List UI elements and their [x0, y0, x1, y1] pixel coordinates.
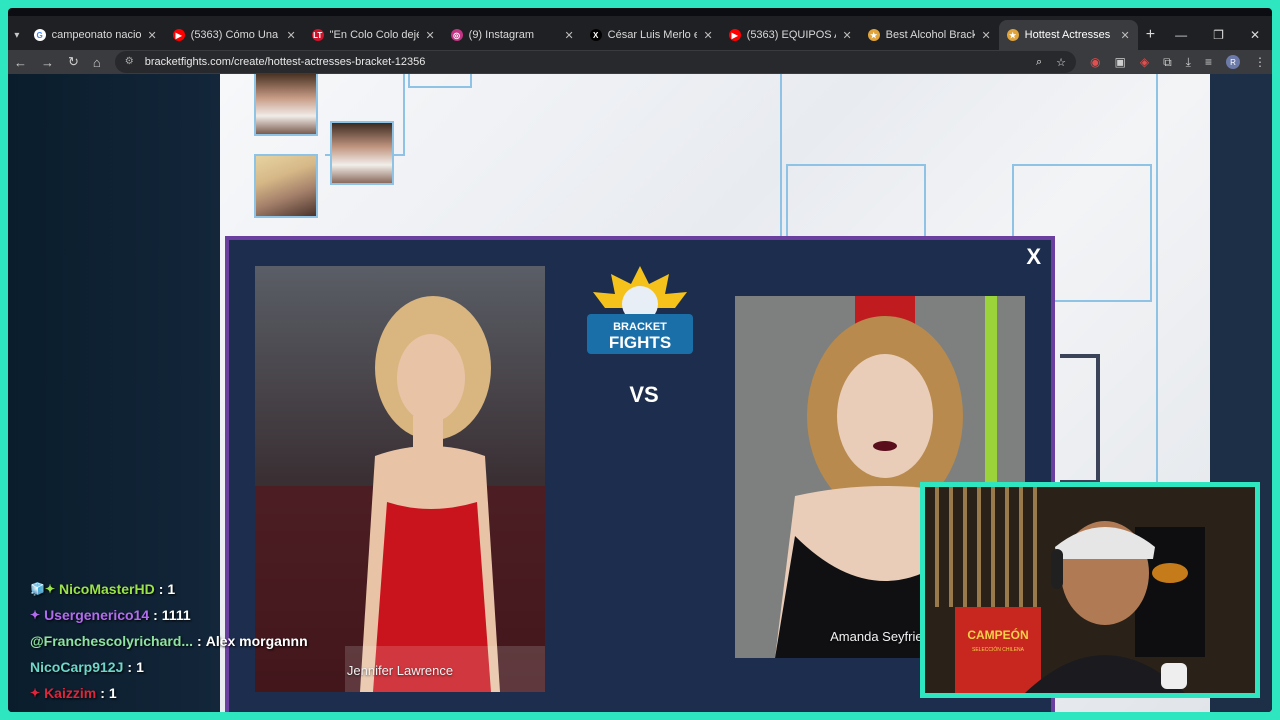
chat-badge-icon: ✦ — [30, 608, 41, 622]
reload-icon[interactable]: ↻ — [68, 54, 79, 70]
tab-favicon-icon: ★ — [867, 29, 880, 41]
vs-label: VS — [629, 382, 659, 407]
profile-avatar[interactable]: R — [1226, 55, 1240, 69]
browser-toolbar: ← → ↻ ⌂ ⚙ bracketfights.com/create/hotte… — [8, 50, 1272, 74]
browser-tab[interactable]: ▶ (5363) EQUIPOS A LOS Q ✕ — [721, 20, 860, 50]
browser-tab[interactable]: ★ Hottest Actresses Bracket ✕ — [998, 20, 1138, 50]
chat-message: ✦ Usergenerico14 : 1111 — [30, 602, 350, 628]
chat-text: 1 — [136, 659, 144, 675]
stream-frame: ▾ Gcampeonato nacional 202 ✕ ▶ (5363) Cómo … — [8, 8, 1272, 712]
chat-text: Alex morgannn — [205, 633, 308, 649]
media-icon[interactable]: ≡ — [1205, 55, 1212, 69]
browser-tab[interactable]: Gcampeonato nacional 202 ✕ — [26, 20, 165, 50]
zoom-icon[interactable]: ⌕ — [1036, 56, 1042, 69]
bracket-line — [1060, 354, 1100, 484]
tab-close-icon[interactable]: ✕ — [981, 29, 990, 42]
tab-title: César Luis Merlo en X: " — [607, 29, 698, 41]
bracket-line — [1156, 74, 1158, 484]
webcam-feed: CAMPEÓN SELECCIÓN CHILENA — [925, 487, 1255, 693]
minimize-icon[interactable]: — — [1175, 28, 1187, 42]
bracket-slot — [408, 74, 472, 88]
extensions-area: ◉ ▣ ◈ ⧉ ⤓ ≡ R ⋮ — [1090, 55, 1266, 70]
chat-message: ✦ Kaizzim : 1 — [30, 680, 350, 706]
download-icon[interactable]: ⤓ — [1186, 55, 1191, 70]
tab-favicon-icon: ▶ — [728, 29, 741, 41]
tab-close-icon[interactable]: ✕ — [564, 29, 573, 42]
chat-separator: : — [197, 633, 202, 649]
chat-username: NicoMasterHD — [59, 581, 155, 597]
tab-title: campeonato nacional 202 — [51, 29, 142, 41]
chat-username: Usergenerico14 — [44, 607, 150, 623]
browser-tab[interactable]: ★ Best Alcohol Bracket - Bra ✕ — [860, 20, 999, 50]
tab-favicon-icon: LT — [311, 29, 324, 41]
sign-subtitle: SELECCIÓN CHILENA — [972, 646, 1025, 653]
browser-tab[interactable]: X César Luis Merlo en X: " ✕ — [582, 20, 721, 50]
chat-separator: : — [153, 607, 158, 623]
bracket-entry-thumbnail[interactable] — [330, 121, 394, 185]
tab-title: Best Alcohol Bracket - Bra — [885, 29, 976, 41]
chat-separator: : — [100, 685, 105, 701]
menu-icon[interactable]: ⋮ — [1254, 55, 1266, 69]
browser-tab[interactable]: ▶ (5363) Cómo Una LEY DE ✕ — [165, 20, 304, 50]
logo-text-bottom: FIGHTS — [609, 333, 671, 352]
sign-title: CAMPEÓN — [967, 627, 1028, 642]
tab-title: Hottest Actresses Bracket — [1024, 29, 1115, 41]
tab-title: (9) Instagram — [468, 29, 535, 41]
chat-message: NicoCarp912J : 1 — [30, 654, 350, 680]
chat-message: @Franchescolyrichard... : Alex morgannn — [30, 628, 350, 654]
tab-close-icon[interactable]: ✕ — [425, 29, 434, 42]
tab-close-icon[interactable]: ✕ — [842, 29, 851, 42]
tab-favicon-icon: ★ — [1006, 29, 1019, 41]
tab-title: (5363) Cómo Una LEY DE — [190, 29, 281, 41]
new-tab-button[interactable]: + — [1138, 20, 1164, 50]
chat-message: 🧊✦ NicoMasterHD : 1 — [30, 576, 350, 602]
chat-text: 1111 — [161, 607, 191, 623]
window-controls: — ❐ ✕ — [1163, 20, 1272, 50]
home-icon[interactable]: ⌂ — [93, 55, 101, 70]
bracket-entry-thumbnail[interactable] — [254, 154, 318, 218]
chat-separator: : — [158, 581, 164, 597]
bracket-fights-logo: BRACKET FIGHTS — [587, 266, 693, 354]
tab-favicon-icon: G — [33, 29, 46, 41]
tab-search-icon[interactable]: ▾ — [8, 20, 26, 50]
browser-tab-bar: ▾ Gcampeonato nacional 202 ✕ ▶ (5363) Cómo … — [8, 16, 1272, 50]
chat-username: NicoCarp912J — [30, 659, 124, 675]
browser-tab[interactable]: LT "En Colo Colo dejé la vara ✕ — [304, 20, 443, 50]
bracket-entry-thumbnail[interactable] — [254, 74, 318, 136]
tab-title: (5363) EQUIPOS A LOS Q — [746, 29, 837, 41]
restore-icon[interactable]: ❐ — [1213, 28, 1224, 42]
url-text: bracketfights.com/create/hottest-actress… — [144, 56, 426, 68]
extension-icon[interactable]: ◉ — [1090, 55, 1100, 69]
tab-favicon-icon: ▶ — [172, 29, 185, 41]
tab-title: "En Colo Colo dejé la vara — [329, 29, 420, 41]
chat-text: 1 — [167, 581, 176, 597]
logo-text-top: BRACKET — [613, 321, 667, 333]
stream-chat-overlay: 🧊✦ NicoMasterHD : 1 ✦ Usergenerico14 : 1111… — [30, 576, 350, 706]
tab-favicon-icon: X — [589, 29, 602, 41]
chat-badge-icon: 🧊✦ — [30, 582, 55, 596]
site-info-icon[interactable]: ⚙ — [125, 56, 137, 68]
chat-text: 1 — [108, 685, 117, 701]
browser-tab[interactable]: ◎ (9) Instagram ✕ — [443, 20, 582, 50]
close-window-icon[interactable]: ✕ — [1250, 28, 1260, 42]
address-bar[interactable]: ⚙ bracketfights.com/create/hottest-actre… — [114, 51, 1077, 73]
tab-close-icon[interactable]: ✕ — [147, 29, 156, 42]
chat-separator: : — [127, 659, 133, 675]
extensions-puzzle-icon[interactable]: ⧉ — [1163, 55, 1172, 70]
webcam-overlay: CAMPEÓN SELECCIÓN CHILENA — [920, 482, 1260, 698]
back-icon[interactable]: ← — [14, 55, 27, 70]
chat-username: @Franchescolyrichard... — [30, 633, 194, 649]
extension-icon[interactable]: ▣ — [1115, 55, 1126, 69]
tab-close-icon[interactable]: ✕ — [286, 29, 295, 42]
extension-icon[interactable]: ◈ — [1140, 55, 1149, 69]
tab-close-icon[interactable]: ✕ — [703, 29, 712, 42]
close-modal-button[interactable]: X — [1026, 244, 1041, 270]
tab-favicon-icon: ◎ — [450, 29, 463, 41]
tab-close-icon[interactable]: ✕ — [1120, 29, 1129, 42]
chat-username: Kaizzim — [44, 685, 97, 701]
bookmark-star-icon[interactable]: ☆ — [1056, 56, 1066, 69]
forward-icon[interactable]: → — [41, 55, 54, 70]
chat-badge-icon: ✦ — [30, 686, 41, 700]
